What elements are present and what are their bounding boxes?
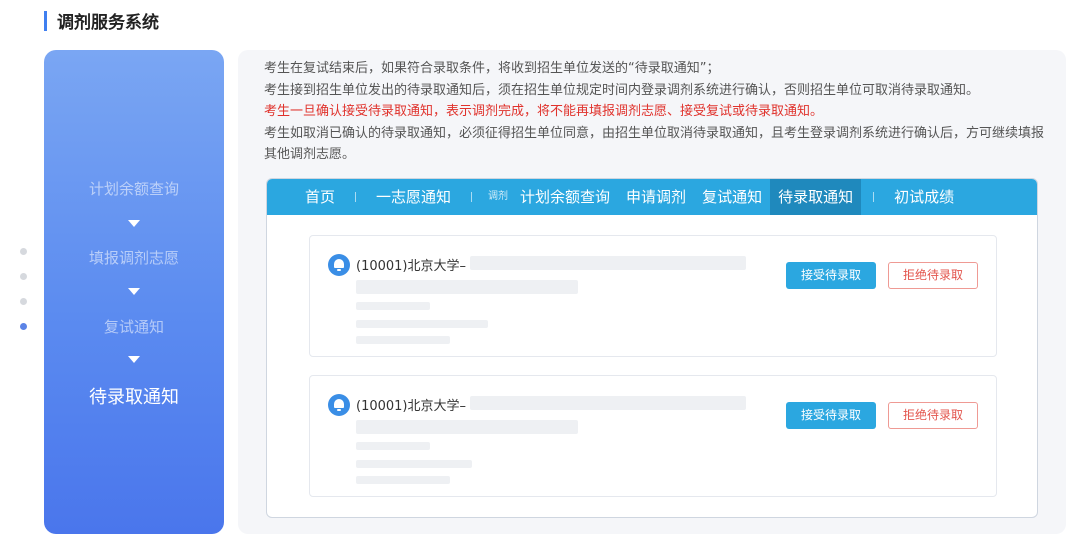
- reject-admission-button[interactable]: 拒绝待录取: [888, 262, 978, 289]
- nav-divider: [355, 192, 357, 202]
- carousel-dots: [20, 248, 27, 348]
- reject-admission-button[interactable]: 拒绝待录取: [888, 402, 978, 429]
- nav-pending-admission[interactable]: 待录取通知: [770, 179, 862, 215]
- skeleton-line: [356, 420, 578, 434]
- page-title: 调剂服务系统: [57, 13, 159, 33]
- nav-home[interactable]: 首页: [297, 179, 343, 215]
- bell-icon: [328, 394, 350, 416]
- skeleton-line: [356, 280, 578, 294]
- accept-admission-button[interactable]: 接受待录取: [786, 262, 876, 289]
- bell-icon: [328, 254, 350, 276]
- step-pending-admission[interactable]: 待录取通知: [44, 383, 224, 409]
- nav-apply-adjust[interactable]: 申请调剂: [618, 179, 694, 215]
- skeleton-line: [356, 336, 450, 344]
- skeleton-line: [470, 396, 746, 410]
- university-name: (10001)北京大学–: [356, 399, 466, 414]
- preview-screen: 首页 一志愿通知 调剂 计划余额查询 申请调剂 复试通知 待录取通知 初试成绩 …: [266, 178, 1038, 518]
- note-line: 考生接到招生单位发出的待录取通知后，须在招生单位规定时间内登录调剂系统进行确认，…: [264, 82, 980, 98]
- header-accent-bar: [44, 10, 47, 31]
- note-line: 考生如取消已确认的待录取通知，必须征得招生单位同意，由招生单位取消待录取通知，且…: [264, 125, 1045, 163]
- section-header: 调剂服务系统: [44, 8, 159, 33]
- skeleton-line: [356, 476, 450, 484]
- skeleton-line: [356, 320, 488, 328]
- step-arrow-down-icon: [128, 356, 140, 363]
- carousel-dot[interactable]: [20, 298, 27, 305]
- top-nav: 首页 一志愿通知 调剂 计划余额查询 申请调剂 复试通知 待录取通知 初试成绩: [267, 179, 1037, 215]
- nav-divider: [873, 192, 875, 202]
- step-arrow-down-icon: [128, 220, 140, 227]
- university-name: (10001)北京大学–: [356, 259, 466, 274]
- carousel-dot[interactable]: [20, 273, 27, 280]
- nav-plan-query[interactable]: 计划余额查询: [512, 179, 618, 215]
- admission-card: (10001)北京大学– 接受待录取 拒绝待录取: [309, 375, 997, 497]
- nav-retest[interactable]: 复试通知: [694, 179, 770, 215]
- nav-prelim-scores[interactable]: 初试成绩: [886, 179, 962, 215]
- step-plan-query[interactable]: 计划余额查询: [44, 178, 224, 199]
- accept-admission-button[interactable]: 接受待录取: [786, 402, 876, 429]
- step-retest-notice[interactable]: 复试通知: [44, 316, 224, 337]
- admission-card: (10001)北京大学– 接受待录取 拒绝待录取: [309, 235, 997, 357]
- skeleton-line: [470, 256, 746, 270]
- step-arrow-down-icon: [128, 288, 140, 295]
- note-warning: 考生一旦确认接受待录取通知，表示调剂完成，将不能再填报调剂志愿、接受复试或待录取…: [264, 104, 824, 119]
- step-panel: 计划余额查询 填报调剂志愿 复试通知 待录取通知: [44, 50, 224, 534]
- carousel-dot[interactable]: [20, 248, 27, 255]
- instruction-notes: 考生在复试结束后，如果符合录取条件，将收到招生单位发送的“待录取通知”； 考生接…: [264, 58, 1044, 166]
- nav-adjust-label: 调剂: [488, 191, 509, 202]
- step-fill-adjust[interactable]: 填报调剂志愿: [44, 247, 224, 268]
- carousel-dot-active[interactable]: [20, 323, 27, 330]
- skeleton-line: [356, 302, 430, 310]
- nav-first-choice[interactable]: 一志愿通知: [368, 179, 459, 215]
- nav-divider: [471, 192, 473, 202]
- skeleton-line: [356, 460, 472, 468]
- note-line: 考生在复试结束后，如果符合录取条件，将收到招生单位发送的“待录取通知”；: [264, 61, 720, 76]
- skeleton-line: [356, 442, 430, 450]
- content-panel: 考生在复试结束后，如果符合录取条件，将收到招生单位发送的“待录取通知”； 考生接…: [238, 50, 1066, 534]
